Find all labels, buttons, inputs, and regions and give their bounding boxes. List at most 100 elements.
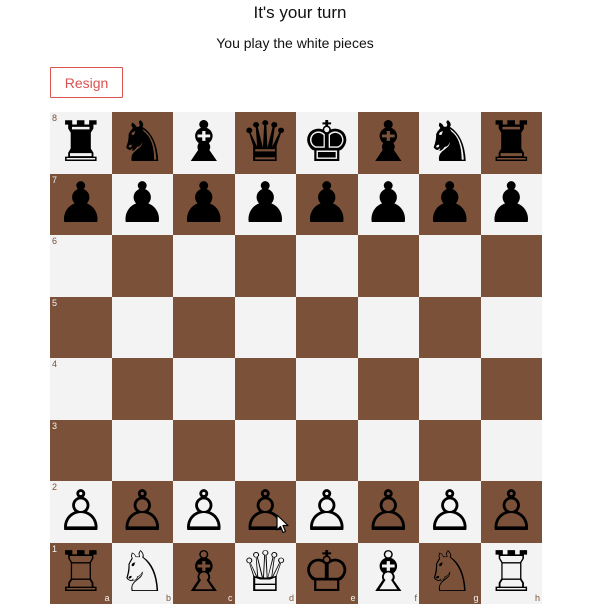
square-g7[interactable]: ♟ [419,173,481,236]
square-e8[interactable]: ♚ [296,112,358,174]
square-b3[interactable] [111,419,173,481]
black-bishop-icon[interactable]: ♝ [173,112,235,174]
resign-button[interactable]: Resign [50,67,123,98]
square-d6[interactable] [234,235,296,297]
square-b7[interactable]: ♟ [111,173,174,236]
white-knight-icon[interactable]: ♘ [419,543,481,605]
white-pawn-icon[interactable]: ♙ [296,481,358,543]
black-pawn-icon[interactable]: ♟ [173,174,235,236]
square-c2[interactable]: ♙ [173,481,235,543]
white-pawn-icon[interactable]: ♙ [173,481,235,543]
square-g5[interactable] [419,296,481,358]
square-g4[interactable] [419,358,481,420]
square-f7[interactable]: ♟ [357,173,420,236]
square-c5[interactable] [173,296,235,358]
square-e4[interactable] [296,358,358,420]
square-f5[interactable] [357,296,419,358]
square-d4[interactable] [234,358,296,420]
square-d5[interactable] [234,296,296,358]
square-a3[interactable]: 3 [50,419,112,481]
square-b6[interactable] [111,235,173,297]
black-knight-icon[interactable]: ♞ [112,112,174,174]
black-rook-icon[interactable]: ♜ [50,112,112,174]
square-c3[interactable] [173,419,235,481]
square-c7[interactable]: ♟ [173,173,235,236]
square-h4[interactable] [480,358,542,420]
square-h6[interactable] [480,235,542,297]
rank-label: 4 [52,359,58,369]
square-d8[interactable]: ♛ [234,112,297,174]
black-pawn-icon[interactable]: ♟ [112,174,174,236]
black-king-icon[interactable]: ♚ [296,112,358,174]
white-pawn-icon[interactable]: ♙ [481,481,543,543]
square-g1[interactable]: g ♘ [419,542,481,605]
white-bishop-icon[interactable]: ♗ [358,543,420,605]
square-d2[interactable]: ♙ [234,481,297,543]
black-queen-icon[interactable]: ♛ [235,112,297,174]
white-rook-icon[interactable]: ♖ [481,543,543,605]
black-knight-icon[interactable]: ♞ [419,112,481,174]
square-a6[interactable]: 6 [50,235,112,297]
square-e7[interactable]: ♟ [296,173,358,236]
square-b1[interactable]: b ♘ [111,542,174,605]
black-pawn-icon[interactable]: ♟ [235,174,297,236]
square-h5[interactable] [480,296,542,358]
square-c6[interactable] [173,235,235,297]
black-pawn-icon[interactable]: ♟ [296,174,358,236]
square-c1[interactable]: c ♗ [173,542,235,605]
square-h1[interactable]: h ♖ [480,542,543,605]
black-pawn-icon[interactable]: ♟ [419,174,481,236]
white-pawn-icon[interactable]: ♙ [358,481,420,543]
square-f2[interactable]: ♙ [357,481,420,543]
square-e1[interactable]: e ♔ [296,542,358,605]
square-h7[interactable]: ♟ [480,173,543,236]
square-b4[interactable] [111,358,173,420]
square-a7[interactable]: 7 ♟ [50,173,112,236]
square-a8[interactable]: 8 ♜ [50,112,112,174]
white-king-icon[interactable]: ♔ [296,543,358,605]
black-bishop-icon[interactable]: ♝ [358,112,420,174]
square-a2[interactable]: 2 ♙ [50,481,112,543]
square-f3[interactable] [357,419,419,481]
square-b2[interactable]: ♙ [111,481,174,543]
square-a5[interactable]: 5 [50,296,112,358]
white-rook-icon[interactable]: ♖ [50,543,112,605]
square-a4[interactable]: 4 [50,358,112,420]
white-pawn-icon[interactable]: ♙ [50,481,112,543]
square-g3[interactable] [419,419,481,481]
square-d1[interactable]: d ♕ [234,542,297,605]
square-h8[interactable]: ♜ [480,112,543,174]
square-c8[interactable]: ♝ [173,112,235,174]
white-pawn-icon[interactable]: ♙ [235,481,297,543]
square-d7[interactable]: ♟ [234,173,297,236]
white-pawn-icon[interactable]: ♙ [112,481,174,543]
white-bishop-icon[interactable]: ♗ [173,543,235,605]
chess-board: 8 ♜ ♞ ♝ ♛ ♚ ♝ ♞ ♜ 7 ♟ ♟ ♟ ♟ ♟ ♟ ♟ ♟ 6 5 4 3 2 ♙ ♙ ♙ ♙ ♙ ♙ ♙ ♙ 1 a ♖ b ♘ c ♗ d ♕… [50,112,542,604]
square-g2[interactable]: ♙ [419,481,481,543]
black-pawn-icon[interactable]: ♟ [481,174,543,236]
square-c4[interactable] [173,358,235,420]
square-h2[interactable]: ♙ [480,481,543,543]
square-e5[interactable] [296,296,358,358]
square-g8[interactable]: ♞ [419,112,481,174]
white-pawn-icon[interactable]: ♙ [419,481,481,543]
square-h3[interactable] [480,419,542,481]
square-f8[interactable]: ♝ [357,112,420,174]
black-rook-icon[interactable]: ♜ [481,112,543,174]
rank-label: 6 [52,236,58,246]
square-e3[interactable] [296,419,358,481]
square-b5[interactable] [111,296,173,358]
square-g6[interactable] [419,235,481,297]
white-queen-icon[interactable]: ♕ [235,543,297,605]
square-e6[interactable] [296,235,358,297]
square-f6[interactable] [357,235,419,297]
black-pawn-icon[interactable]: ♟ [50,174,112,236]
square-f4[interactable] [357,358,419,420]
square-e2[interactable]: ♙ [296,481,358,543]
white-knight-icon[interactable]: ♘ [112,543,174,605]
square-b8[interactable]: ♞ [111,112,174,174]
square-f1[interactable]: f ♗ [357,542,420,605]
square-a1[interactable]: 1 a ♖ [50,542,112,605]
square-d3[interactable] [234,419,296,481]
black-pawn-icon[interactable]: ♟ [358,174,420,236]
